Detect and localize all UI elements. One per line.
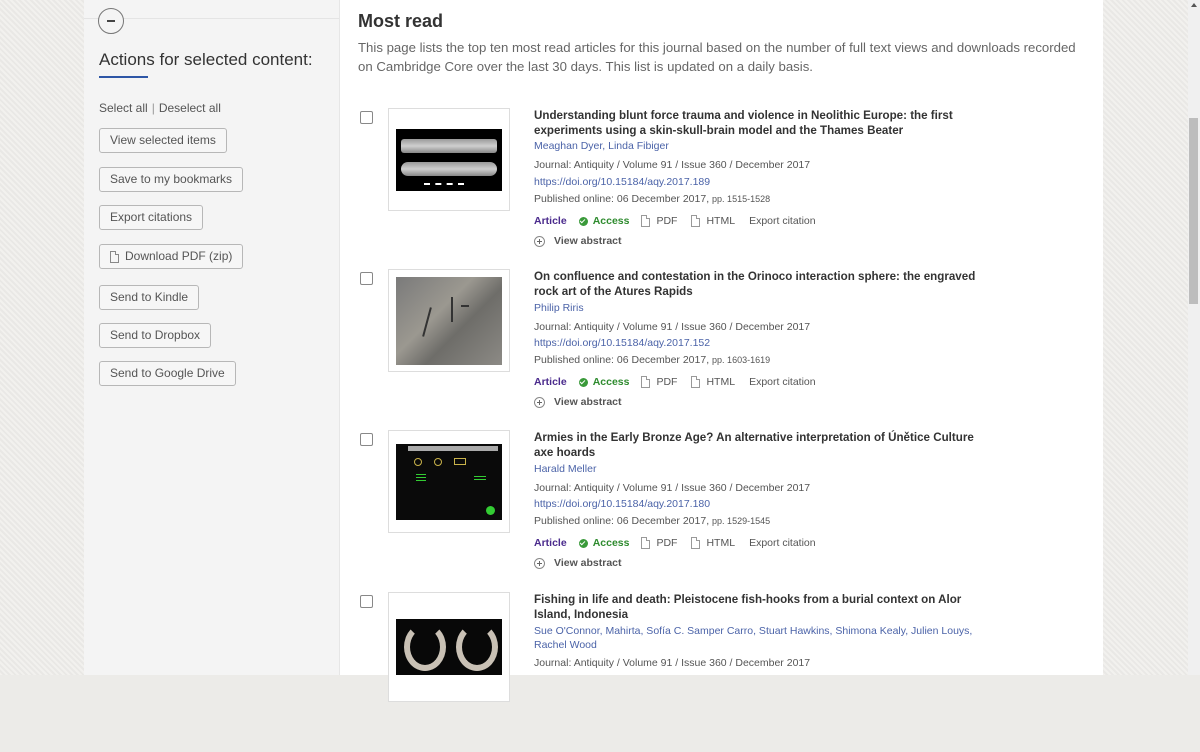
article-journal-info: Journal: Antiquity / Volume 91 / Issue 3…	[534, 159, 811, 171]
select-article-checkbox[interactable]	[360, 433, 373, 446]
plus-circle-icon	[534, 235, 545, 247]
article-links: Article Access PDF HTML Export citation	[534, 215, 830, 227]
article-title[interactable]: On confluence and contestation in the Or…	[534, 269, 994, 299]
article-thumbnail[interactable]	[388, 430, 510, 533]
actions-sidebar: Actions for selected content: Select all…	[84, 0, 340, 675]
download-pdf-zip-button[interactable]: Download PDF (zip)	[99, 244, 244, 269]
button-label: Send to Dropbox	[110, 328, 201, 342]
view-abstract-toggle[interactable]: View abstract	[534, 235, 622, 247]
actions-title: Actions for selected content:	[99, 50, 313, 69]
article-doi-link[interactable]: https://doi.org/10.15184/aqy.2017.180	[534, 498, 710, 510]
thumbnail-image	[396, 128, 502, 191]
save-to-bookmarks-button[interactable]: Save to my bookmarks	[99, 167, 244, 192]
separator: |	[151, 101, 155, 115]
button-label: Download PDF (zip)	[125, 249, 233, 263]
button-label: Save to my bookmarks	[110, 172, 233, 186]
article-item: Armies in the Early Bronze Age? An alter…	[358, 430, 1088, 590]
export-citation-link[interactable]: Export citation	[749, 376, 816, 388]
article-thumbnail[interactable]	[388, 592, 510, 702]
article-type: Article	[534, 537, 567, 549]
page-title: Most read	[358, 11, 444, 31]
view-selected-items-button[interactable]: View selected items	[99, 128, 227, 153]
thumbnail-image	[396, 443, 502, 520]
pdf-link[interactable]: PDF	[641, 215, 677, 227]
html-file-icon	[691, 215, 701, 227]
article-item: On confluence and contestation in the Or…	[358, 269, 1088, 429]
pdf-link[interactable]: PDF	[641, 376, 677, 388]
article-published: Published online: 06 December 2017, pp. …	[534, 354, 771, 366]
html-file-icon	[691, 537, 701, 549]
html-link[interactable]: HTML	[691, 376, 735, 388]
button-label: Send to Kindle	[110, 290, 189, 304]
check-circle-icon	[578, 377, 588, 387]
minus-icon	[107, 20, 115, 22]
article-item: Understanding blunt force trauma and vio…	[358, 108, 1088, 268]
button-label: Send to Google Drive	[110, 366, 225, 380]
plus-circle-icon	[534, 557, 545, 569]
html-link[interactable]: HTML	[691, 215, 735, 227]
view-abstract-toggle[interactable]: View abstract	[534, 396, 622, 408]
article-title[interactable]: Understanding blunt force trauma and vio…	[534, 108, 994, 138]
article-authors[interactable]: Philip Riris	[534, 301, 994, 315]
article-links: Article Access PDF HTML Export citation	[534, 537, 830, 549]
send-to-kindle-button[interactable]: Send to Kindle	[99, 285, 200, 310]
send-to-google-drive-button[interactable]: Send to Google Drive	[99, 361, 236, 386]
view-abstract-toggle[interactable]: View abstract	[534, 557, 622, 569]
article-doi-link[interactable]: https://doi.org/10.15184/aqy.2017.152	[534, 337, 710, 349]
button-label: Export citations	[110, 210, 193, 224]
pdf-icon	[641, 376, 651, 388]
article-links: Article Access PDF HTML Export citation	[534, 376, 830, 388]
article-type: Article	[534, 215, 567, 227]
send-to-dropbox-button[interactable]: Send to Dropbox	[99, 323, 212, 348]
collapse-sidebar-button[interactable]	[98, 8, 124, 34]
html-link[interactable]: HTML	[691, 537, 735, 549]
title-underline	[99, 76, 148, 78]
plus-circle-icon	[534, 396, 545, 408]
access-badge: Access	[578, 537, 629, 549]
page-content: Actions for selected content: Select all…	[84, 0, 1103, 702]
export-citation-link[interactable]: Export citation	[749, 537, 816, 549]
pdf-icon	[641, 537, 651, 549]
check-circle-icon	[578, 538, 588, 548]
article-journal-info: Journal: Antiquity / Volume 91 / Issue 3…	[534, 321, 811, 333]
article-journal-info: Journal: Antiquity / Volume 91 / Issue 3…	[534, 657, 811, 669]
article-title[interactable]: Fishing in life and death: Pleistocene f…	[534, 592, 994, 622]
check-circle-icon	[578, 216, 588, 226]
select-controls: Select all | Deselect all	[99, 101, 221, 115]
article-authors[interactable]: Sue O'Connor, Mahirta, Sofía C. Samper C…	[534, 624, 994, 652]
button-label: View selected items	[110, 133, 216, 147]
select-article-checkbox[interactable]	[360, 272, 373, 285]
vertical-scrollbar[interactable]	[1188, 0, 1200, 675]
article-authors[interactable]: Meaghan Dyer, Linda Fibiger	[534, 139, 994, 153]
article-item: Fishing in life and death: Pleistocene f…	[358, 592, 1088, 752]
access-badge: Access	[578, 376, 629, 388]
article-journal-info: Journal: Antiquity / Volume 91 / Issue 3…	[534, 482, 811, 494]
article-doi-link[interactable]: https://doi.org/10.15184/aqy.2017.189	[534, 176, 710, 188]
select-article-checkbox[interactable]	[360, 111, 373, 124]
article-published: Published online: 06 December 2017, pp. …	[534, 515, 771, 527]
article-type: Article	[534, 376, 567, 388]
select-article-checkbox[interactable]	[360, 595, 373, 608]
intro-text: This page lists the top ten most read ar…	[358, 40, 1076, 74]
article-title[interactable]: Armies in the Early Bronze Age? An alter…	[534, 430, 994, 460]
export-citations-button[interactable]: Export citations	[99, 205, 204, 230]
scroll-up-arrow-icon[interactable]	[1191, 3, 1197, 7]
access-badge: Access	[578, 215, 629, 227]
thumbnail-image	[396, 619, 502, 675]
html-file-icon	[691, 376, 701, 388]
scrollbar-thumb[interactable]	[1189, 118, 1198, 304]
article-thumbnail[interactable]	[388, 108, 510, 211]
thumbnail-image	[396, 276, 502, 365]
article-published: Published online: 06 December 2017, pp. …	[534, 193, 771, 205]
pdf-icon	[641, 215, 651, 227]
pdf-icon	[110, 250, 119, 263]
article-authors[interactable]: Harald Meller	[534, 462, 994, 476]
pdf-link[interactable]: PDF	[641, 537, 677, 549]
select-all-link[interactable]: Select all	[99, 101, 148, 115]
deselect-all-link[interactable]: Deselect all	[159, 101, 221, 115]
article-thumbnail[interactable]	[388, 269, 510, 372]
export-citation-link[interactable]: Export citation	[749, 215, 816, 227]
